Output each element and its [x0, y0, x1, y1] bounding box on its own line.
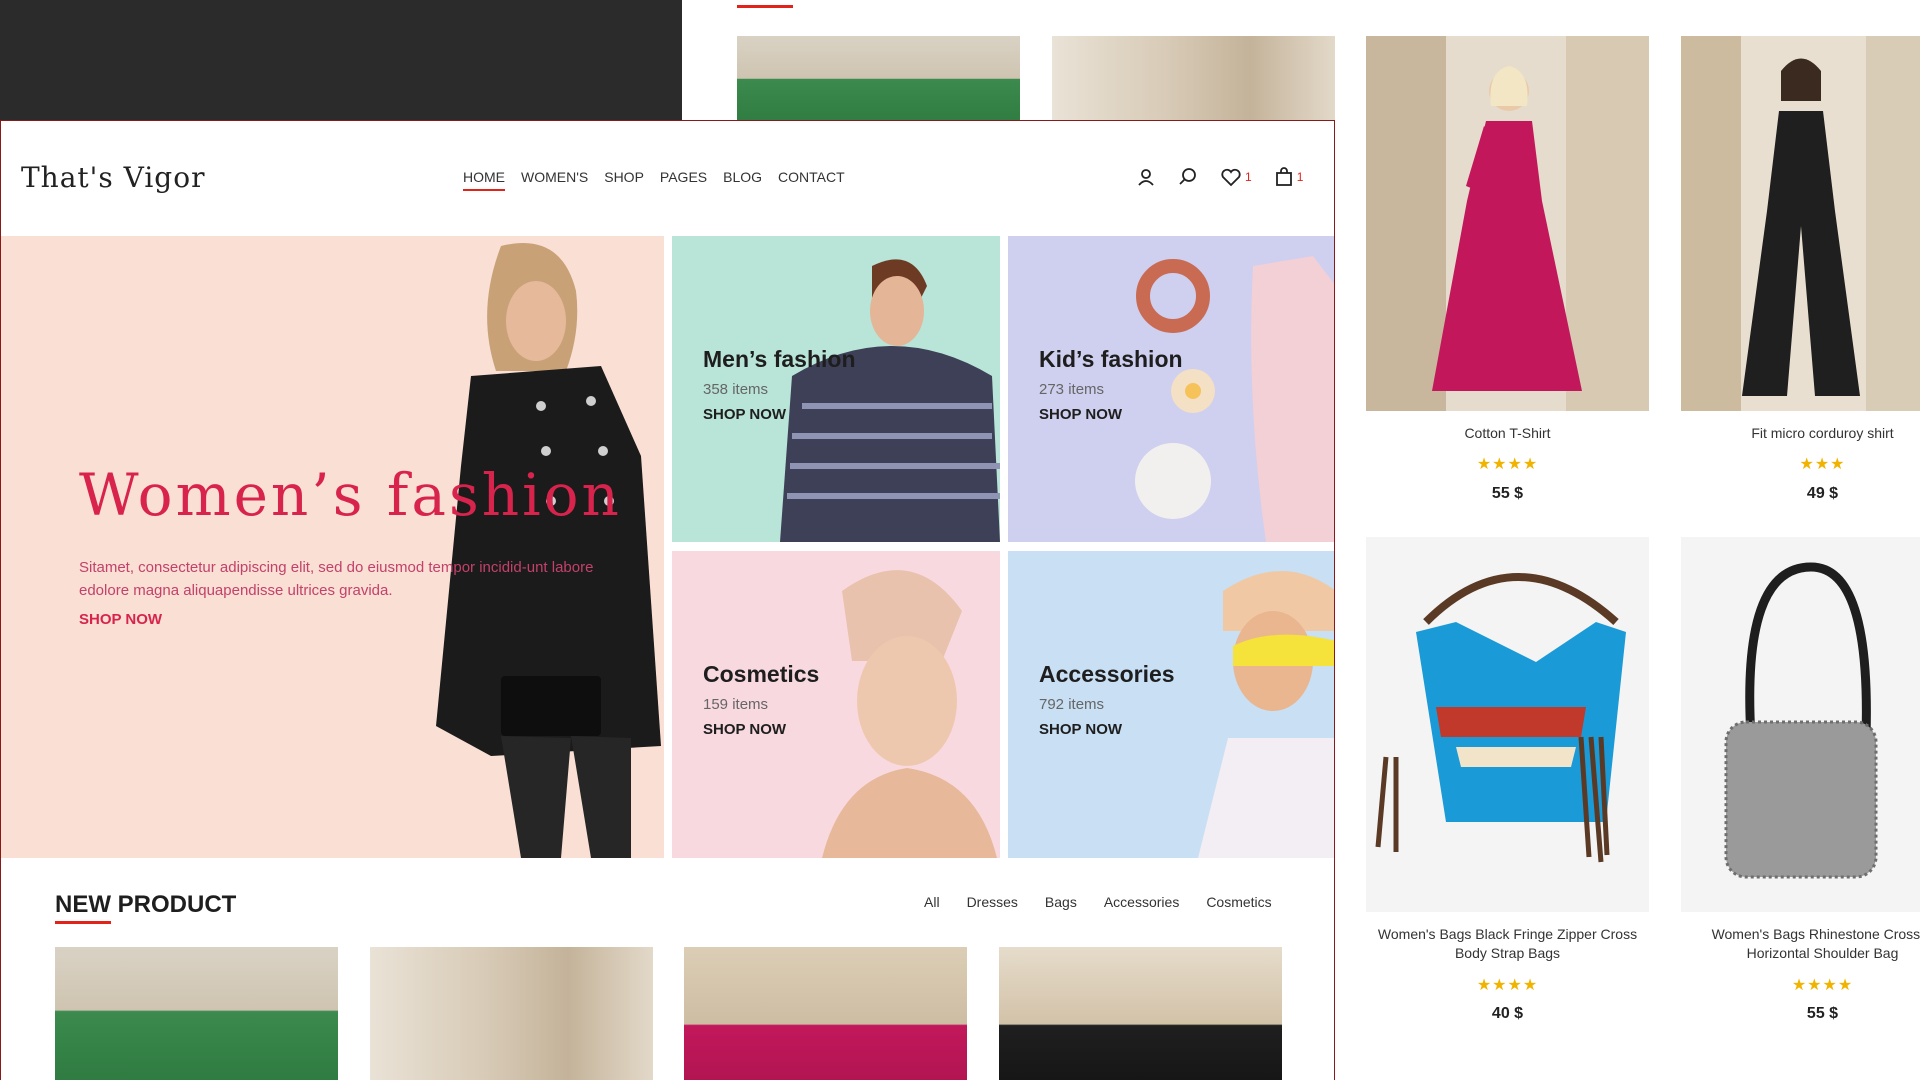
product-image[interactable] — [1681, 36, 1920, 411]
product-name[interactable]: Women's Bags Black Fringe Zipper Cross B… — [1366, 925, 1649, 963]
category-tile-cosmetics[interactable]: Cosmetics 159 items SHOP NOW — [672, 551, 1000, 858]
black-jumpsuit-illustration — [1681, 36, 1920, 411]
pink-dress-illustration — [1366, 36, 1649, 411]
product-filter-tabs: All Dresses Bags Accessories Cosmetics — [924, 894, 1272, 910]
new-product-image[interactable] — [55, 947, 338, 1080]
nav-contact[interactable]: CONTACT — [778, 169, 845, 191]
product-image[interactable] — [1681, 537, 1920, 912]
hero-shop-now-link[interactable]: SHOP NOW — [79, 611, 162, 628]
product-price: 40 $ — [1491, 1005, 1524, 1022]
account-button[interactable] — [1136, 167, 1156, 187]
tile-count: 792 items — [1039, 696, 1105, 713]
new-product-image[interactable] — [999, 947, 1282, 1080]
product-price: 49 $ — [1806, 485, 1839, 502]
rating-stars: ★★★★ — [1476, 456, 1539, 473]
tile-title: Kid’s fashion — [1039, 346, 1183, 372]
rating-stars: ★★★★ — [1791, 977, 1854, 994]
category-tile-mens[interactable]: Men’s fashion 358 items SHOP NOW — [672, 236, 1000, 542]
product-image[interactable] — [1366, 537, 1649, 912]
nav-shop[interactable]: SHOP — [604, 169, 644, 191]
dark-backdrop — [0, 0, 682, 130]
product-price: 55 $ — [1806, 1005, 1839, 1022]
new-product-image[interactable] — [684, 947, 967, 1080]
heart-icon — [1221, 168, 1241, 187]
category-tile-kids[interactable]: Kid’s fashion 273 items SHOP NOW — [1008, 236, 1334, 542]
product-image[interactable] — [1366, 36, 1649, 411]
rhinestone-bag-illustration — [1724, 562, 1878, 879]
site-logo[interactable]: That's Vigor — [21, 161, 205, 194]
new-product-heading: NEW PRODUCT — [55, 891, 237, 918]
main-nav: HOME WOMEN'S SHOP PAGES BLOG CONTACT — [463, 169, 845, 191]
hero-model-image — [436, 243, 661, 858]
cart-count: 1 — [1296, 170, 1304, 184]
user-icon — [1138, 169, 1154, 186]
rating-stars: ★★★★ — [1476, 977, 1539, 994]
filter-bags[interactable]: Bags — [1045, 894, 1077, 910]
tile-shop-now-link[interactable]: SHOP NOW — [1039, 406, 1122, 423]
tile-shop-now-link[interactable]: SHOP NOW — [703, 721, 786, 738]
nav-home[interactable]: HOME — [463, 169, 505, 191]
nav-womens[interactable]: WOMEN'S — [521, 169, 588, 191]
new-product-image[interactable] — [370, 947, 653, 1080]
tile-title: Men’s fashion — [703, 346, 856, 372]
search-icon — [1179, 168, 1196, 185]
header-tools: 1 1 — [1136, 167, 1303, 187]
product-name[interactable]: Cotton T-Shirt — [1366, 424, 1649, 443]
tile-count: 358 items — [703, 381, 769, 398]
product-name[interactable]: Fit micro corduroy shirt — [1681, 424, 1920, 443]
shopping-bag-icon — [1275, 167, 1292, 186]
filter-all[interactable]: All — [924, 894, 940, 910]
filter-accessories[interactable]: Accessories — [1104, 894, 1179, 910]
search-button[interactable] — [1178, 167, 1198, 187]
tile-shop-now-link[interactable]: SHOP NOW — [703, 406, 786, 423]
wishlist-button[interactable]: 1 — [1220, 167, 1252, 187]
bg-product-thumb — [1052, 36, 1335, 130]
hero-description: Sitamet, consectetur adipiscing elit, se… — [79, 559, 594, 599]
filter-cosmetics[interactable]: Cosmetics — [1206, 894, 1271, 910]
tile-shop-now-link[interactable]: SHOP NOW — [1039, 721, 1122, 738]
tile-title: Cosmetics — [703, 661, 820, 687]
heading-underline — [55, 921, 111, 924]
product-price: 55 $ — [1491, 485, 1524, 502]
bg-product-thumb — [737, 36, 1020, 130]
rating-stars: ★★★ — [1799, 456, 1846, 473]
tile-title: Accessories — [1039, 661, 1175, 687]
hero-title: Women’s fashion — [79, 461, 622, 529]
fringe-bag-illustration — [1375, 573, 1626, 863]
product-name[interactable]: Women's Bags Rhinestone Cross B Horizont… — [1681, 925, 1920, 963]
cart-button[interactable]: 1 — [1274, 167, 1304, 187]
tile-count: 273 items — [1039, 381, 1105, 398]
category-tile-accessories[interactable]: Accessories 792 items SHOP NOW — [1008, 551, 1334, 858]
nav-pages[interactable]: PAGES — [660, 169, 707, 191]
filter-dresses[interactable]: Dresses — [967, 894, 1018, 910]
tile-count: 159 items — [703, 696, 769, 713]
wishlist-count: 1 — [1245, 170, 1252, 184]
nav-blog[interactable]: BLOG — [723, 169, 762, 191]
storefront-window: That's Vigor HOME WOMEN'S SHOP PAGES BLO… — [0, 120, 1335, 1080]
section-underline — [737, 5, 793, 8]
hero-banner[interactable]: Women’s fashion Sitamet, consectetur adi… — [1, 236, 664, 858]
